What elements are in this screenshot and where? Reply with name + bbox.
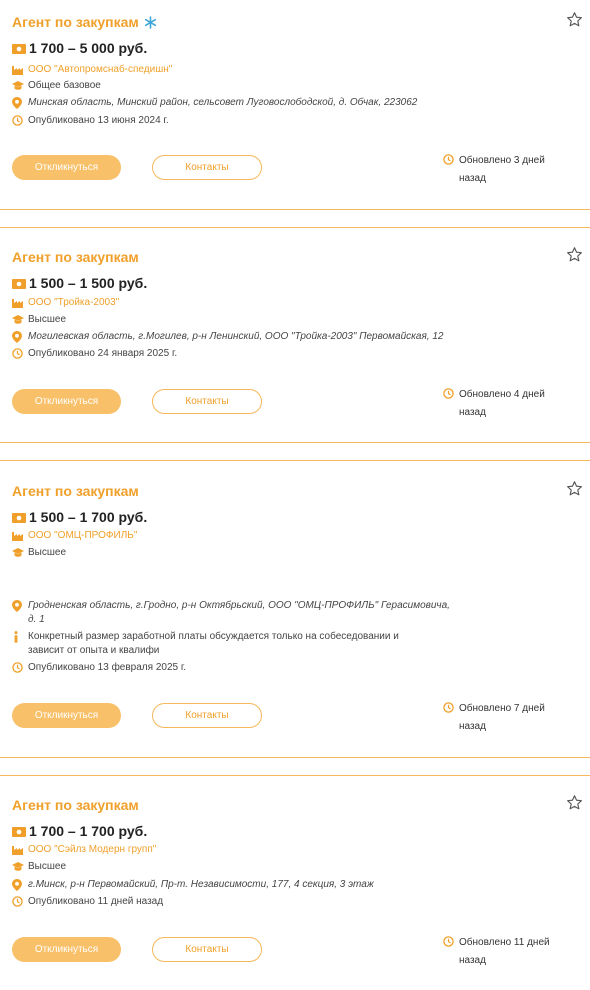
company-link[interactable]: ООО "Автопромснаб-спедишн"	[28, 63, 172, 77]
money-icon	[12, 510, 26, 526]
respond-button[interactable]: Откликнуться	[12, 937, 121, 962]
clock-icon	[443, 154, 454, 172]
salary: 1 700 – 5 000 руб.	[12, 40, 147, 57]
address-text-continued: д. 1	[28, 614, 45, 625]
card-divider	[0, 757, 590, 776]
company-link[interactable]: ООО "Сэйлз Модерн групп"	[28, 843, 156, 857]
address-text: Гродненская область, г.Гродно, р-н Октяб…	[28, 600, 450, 611]
vacancy-card: Агент по закупкам 1 700 – 5 000 руб. ООО…	[0, 11, 590, 209]
salary: 1 500 – 1 500 руб.	[12, 275, 147, 292]
salary-note-text-continued: зависит от опыта и квалифи	[28, 645, 160, 656]
vacancy-title[interactable]: Агент по закупкам	[12, 483, 139, 499]
updated-text-suffix: назад	[459, 955, 486, 966]
salary: 1 700 – 1 700 руб.	[12, 823, 147, 840]
contacts-button[interactable]: Контакты	[152, 937, 262, 962]
contacts-button[interactable]: Контакты	[152, 703, 262, 728]
sparkle-icon	[144, 16, 157, 34]
factory-icon	[12, 844, 23, 860]
factory-icon	[12, 64, 23, 80]
salary-text: 1 700 – 5 000 руб.	[29, 40, 148, 56]
education-text: Высшее	[28, 547, 67, 558]
clock-icon	[12, 896, 23, 912]
graduation-cap-icon	[12, 547, 24, 563]
respond-button[interactable]: Откликнуться	[12, 703, 121, 728]
vacancy-card: Агент по закупкам 1 700 – 1 700 руб. ООО…	[0, 794, 590, 990]
clock-icon	[12, 115, 23, 131]
updated-text-suffix: назад	[459, 173, 486, 184]
clock-icon	[12, 348, 23, 364]
salary-text: 1 700 – 1 700 руб.	[29, 823, 148, 839]
favorite-star-icon[interactable]	[566, 480, 583, 502]
money-icon	[12, 41, 26, 57]
updated-text-suffix: назад	[459, 721, 486, 732]
location-pin-icon	[12, 97, 22, 114]
contacts-button[interactable]: Контакты	[152, 389, 262, 414]
vacancy-card: Агент по закупкам 1 500 – 1 500 руб. ООО…	[0, 246, 590, 442]
published-text: Опубликовано 13 февраля 2025 г.	[28, 662, 187, 673]
education-text: Общее базовое	[28, 80, 101, 91]
graduation-cap-icon	[12, 861, 24, 877]
company-link[interactable]: ООО "Тройка-2003"	[28, 296, 119, 310]
address-text: г.Минск, р-н Первомайский, Пр-т. Независ…	[28, 879, 374, 890]
clock-icon	[12, 662, 23, 678]
card-divider	[0, 442, 590, 461]
vacancy-title[interactable]: Агент по закупкам	[12, 249, 139, 265]
vacancy-title[interactable]: Агент по закупкам	[12, 797, 139, 813]
published-text: Опубликовано 13 июня 2024 г.	[28, 115, 169, 126]
education-text: Высшее	[28, 314, 67, 325]
card-divider	[0, 209, 590, 228]
favorite-star-icon[interactable]	[566, 794, 583, 816]
salary: 1 500 – 1 700 руб.	[12, 509, 147, 526]
updated-text: Обновлено 7 дней	[459, 703, 545, 714]
vacancy-card: Агент по закупкам 1 500 – 1 700 руб. ООО…	[0, 480, 590, 757]
company-link[interactable]: ООО "ОМЦ-ПРОФИЛЬ"	[28, 529, 137, 543]
graduation-cap-icon	[12, 80, 24, 96]
vacancy-title[interactable]: Агент по закупкам	[12, 14, 139, 30]
salary-note-text: Конкретный размер заработной платы обсуж…	[28, 631, 399, 642]
updated-text: Обновлено 3 дней	[459, 155, 545, 166]
clock-icon	[443, 936, 454, 954]
money-icon	[12, 276, 26, 292]
info-icon	[12, 631, 20, 648]
updated-info: Обновлено 11 дней назад	[443, 934, 553, 970]
graduation-cap-icon	[12, 314, 24, 330]
location-pin-icon	[12, 879, 22, 896]
updated-info: Обновлено 7 дней назад	[443, 700, 553, 736]
published-text: Опубликовано 11 дней назад	[28, 896, 164, 907]
clock-icon	[443, 388, 454, 406]
clock-icon	[443, 702, 454, 720]
address-text: Минская область, Минский район, сельсове…	[28, 97, 418, 108]
location-pin-icon	[12, 331, 22, 348]
favorite-star-icon[interactable]	[566, 246, 583, 268]
factory-icon	[12, 297, 23, 313]
updated-info: Обновлено 4 дней назад	[443, 386, 553, 422]
salary-text: 1 500 – 1 700 руб.	[29, 509, 148, 525]
education-text: Высшее	[28, 861, 67, 872]
updated-text: Обновлено 11 дней	[459, 937, 550, 948]
location-pin-icon	[12, 600, 22, 617]
updated-text-suffix: назад	[459, 407, 486, 418]
favorite-star-icon[interactable]	[566, 11, 583, 33]
money-icon	[12, 824, 26, 840]
published-text: Опубликовано 24 января 2025 г.	[28, 348, 178, 359]
respond-button[interactable]: Откликнуться	[12, 389, 121, 414]
salary-text: 1 500 – 1 500 руб.	[29, 275, 148, 291]
factory-icon	[12, 530, 23, 546]
contacts-button[interactable]: Контакты	[152, 155, 262, 180]
address-text: Могилевская область, г.Могилев, р-н Лени…	[28, 331, 444, 342]
respond-button[interactable]: Откликнуться	[12, 155, 121, 180]
updated-info: Обновлено 3 дней назад	[443, 152, 553, 188]
updated-text: Обновлено 4 дней	[459, 389, 545, 400]
